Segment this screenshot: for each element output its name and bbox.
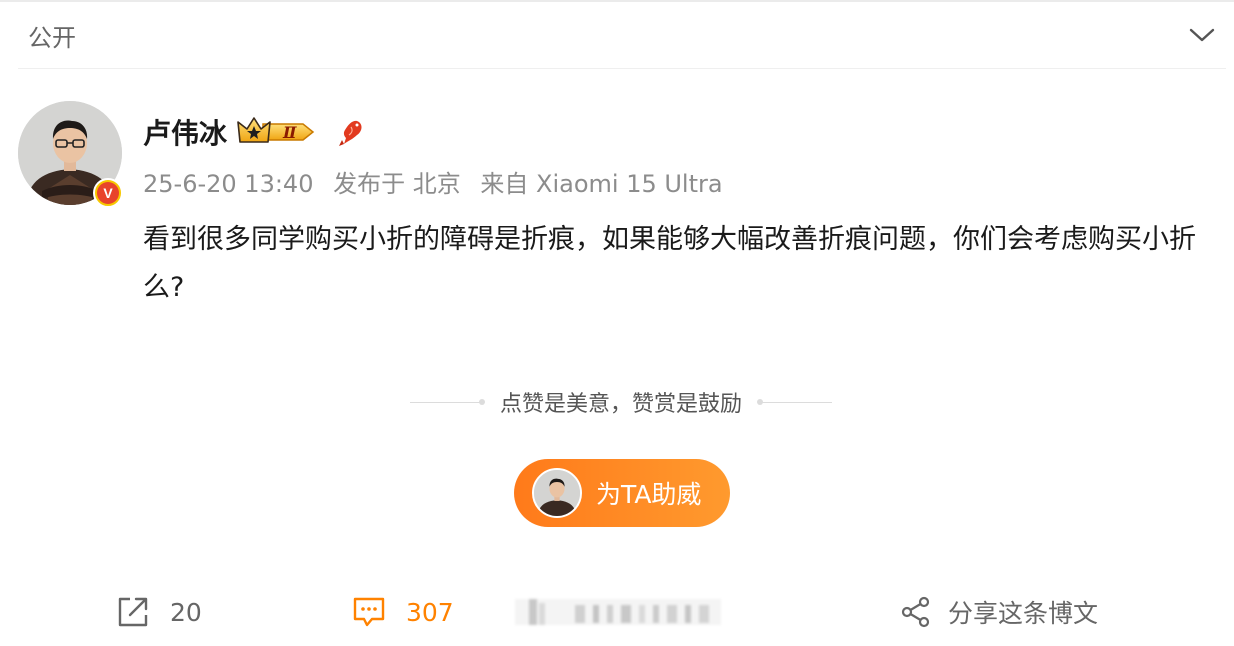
post-source: 来自 Xiaomi 15 Ultra xyxy=(480,170,723,198)
divider xyxy=(18,68,1226,69)
comment-icon xyxy=(353,597,385,627)
post-location: 发布于 北京 xyxy=(333,170,461,198)
divider-right xyxy=(757,399,832,405)
share-icon xyxy=(901,596,930,628)
author-name[interactable]: 卢伟冰 xyxy=(143,112,227,152)
post-time[interactable]: 25-6-20 13:40 xyxy=(143,170,313,198)
action-bar: 20 307 分享这条博文 xyxy=(0,588,1234,636)
verified-badge-letter: V xyxy=(97,182,119,204)
crown-icon[interactable]: Ⅱ xyxy=(237,116,315,148)
share-button[interactable]: 分享这条博文 xyxy=(900,588,1098,636)
visibility-bar[interactable]: 公开 xyxy=(0,2,1234,68)
comment-button[interactable]: 307 xyxy=(352,588,454,636)
post-content: 看到很多同学购买小折的障碍是折痕，如果能够大幅改善折痕问题，你们会考虑购买小折么… xyxy=(143,224,1196,303)
repost-icon xyxy=(118,597,148,627)
reward-tip-text: 点赞是美意，赞赏是鼓励 xyxy=(499,392,742,417)
vip-level: Ⅱ xyxy=(282,123,297,142)
share-label: 分享这条博文 xyxy=(948,599,1099,628)
cheer-avatar xyxy=(532,468,582,518)
divider-left xyxy=(409,399,485,405)
cheer-button-label: 为TA助威 xyxy=(596,480,702,509)
blurred-like-icon xyxy=(515,599,721,625)
comment-count: 307 xyxy=(406,597,454,627)
repost-count: 20 xyxy=(170,597,202,627)
chevron-down-icon[interactable] xyxy=(1188,21,1216,49)
post-meta: 25-6-20 13:40 发布于 北京 来自 Xiaomi 15 Ultra xyxy=(143,164,723,199)
koi-fish-icon xyxy=(339,120,362,146)
like-button[interactable] xyxy=(515,588,721,636)
cheer-button[interactable]: 为TA助威 xyxy=(514,459,730,527)
repost-button[interactable]: 20 xyxy=(116,588,202,636)
reward-tip: 点赞是美意，赞赏是鼓励 xyxy=(396,384,846,420)
author-row: 卢伟冰 Ⅱ xyxy=(143,112,365,152)
verified-badge: V xyxy=(93,178,123,208)
visibility-label: 公开 xyxy=(28,23,76,52)
